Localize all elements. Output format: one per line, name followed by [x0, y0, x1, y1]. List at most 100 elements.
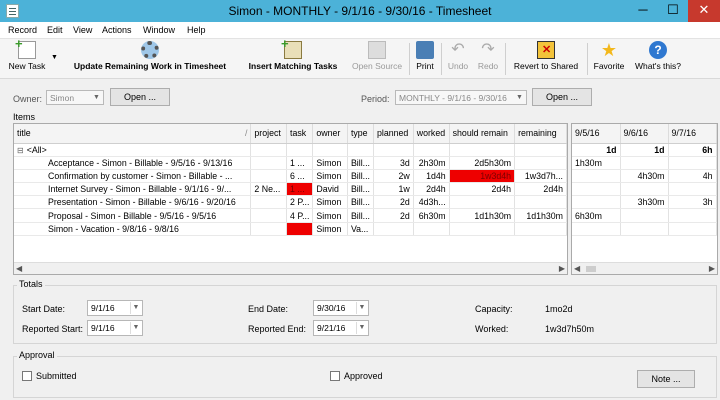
note-button[interactable]: Note ... [637, 370, 695, 388]
cell-remaining[interactable] [514, 222, 567, 236]
cell-worked[interactable]: 1d4h [413, 169, 450, 184]
owner-open-button[interactable]: Open ... [110, 88, 170, 106]
menu-view[interactable]: View [73, 25, 92, 35]
day-cell[interactable] [668, 208, 717, 223]
cell-title[interactable]: Internet Survey - Simon - Billable - 9/1… [14, 182, 252, 197]
table-row[interactable]: Simon - Vacation - 9/8/16 - 9/8/16 Simon… [14, 222, 567, 236]
cell-planned[interactable] [373, 143, 414, 157]
day-cell[interactable] [572, 195, 621, 210]
cell-should-remain[interactable]: 2d4h [449, 182, 516, 197]
table-row[interactable]: Proposal - Simon - Billable - 9/5/16 - 9… [14, 208, 567, 223]
cell-owner[interactable]: Simon [312, 169, 348, 184]
cell-task[interactable]: 4 P... [286, 208, 314, 223]
cell-planned[interactable] [373, 222, 414, 236]
menu-window[interactable]: Window [143, 25, 175, 35]
table-row[interactable]: Presentation - Simon - Billable - 9/6/16… [14, 195, 567, 210]
cell-planned[interactable]: 2d [373, 195, 414, 210]
cell-task[interactable] [286, 143, 314, 157]
cell-planned[interactable]: 3d [373, 156, 414, 170]
cell-remaining[interactable]: 2d4h [514, 182, 567, 197]
column-header-owner[interactable]: owner [312, 124, 348, 144]
open-source-button[interactable]: Open Source [349, 41, 405, 71]
favorite-button[interactable]: ★ Favorite [590, 41, 628, 71]
day-cell[interactable]: 6h30m [572, 208, 621, 223]
chevron-down-icon[interactable]: ▼ [130, 302, 141, 314]
cell-project[interactable] [250, 156, 287, 170]
column-header-type[interactable]: type [347, 124, 375, 144]
cell-remaining[interactable] [514, 143, 567, 157]
cell-planned[interactable]: 1w [373, 182, 414, 197]
daily-row[interactable]: 1h30m [572, 156, 717, 170]
cell-owner[interactable] [312, 143, 348, 157]
start-date-field[interactable]: 9/1/16 ▼ [87, 300, 143, 316]
table-row[interactable]: Internet Survey - Simon - Billable - 9/1… [14, 182, 567, 197]
cell-task[interactable]: 2 P... [286, 195, 314, 210]
day-cell[interactable]: 4h [668, 169, 717, 184]
cell-should-remain[interactable] [449, 222, 516, 236]
cell-type[interactable]: Bill... [347, 208, 375, 223]
cell-task[interactable] [286, 222, 314, 236]
cell-remaining[interactable]: 1w3d7h... [514, 169, 567, 184]
column-header-remaining[interactable]: remaining [514, 124, 567, 144]
cell-owner[interactable]: David [312, 182, 348, 197]
day-cell[interactable]: 1d [572, 143, 621, 157]
day-cell[interactable] [668, 222, 717, 236]
cell-title[interactable]: Acceptance - Simon - Billable - 9/5/16 -… [14, 156, 252, 170]
scroll-right-icon[interactable]: ▶ [559, 264, 565, 273]
table-row-all[interactable]: ⊟ <All> [14, 143, 567, 157]
cell-title[interactable]: Confirmation by customer - Simon - Billa… [14, 169, 252, 184]
menu-edit[interactable]: Edit [47, 25, 63, 35]
day-cell[interactable]: 3h30m [620, 195, 669, 210]
day-cell[interactable] [668, 156, 717, 170]
day-cell[interactable] [620, 222, 669, 236]
cell-type[interactable]: Bill... [347, 182, 375, 197]
scroll-right-icon[interactable]: ▶ [709, 264, 715, 273]
cell-owner[interactable]: Simon [312, 222, 348, 236]
day-cell[interactable] [572, 169, 621, 184]
column-header-day[interactable]: 9/7/16 [668, 124, 717, 144]
revert-to-shared-button[interactable]: Revert to Shared [509, 41, 583, 71]
cell-worked[interactable]: 6h30m [413, 208, 450, 223]
daily-row[interactable] [572, 182, 717, 197]
cell-task[interactable]: 6 ... [286, 169, 314, 184]
cell-planned[interactable]: 2d [373, 208, 414, 223]
cell-task[interactable]: 1 ... [286, 156, 314, 170]
close-button[interactable]: ✕ [688, 0, 720, 22]
redo-button[interactable]: ↷ Redo [474, 41, 502, 71]
table-row[interactable]: Acceptance - Simon - Billable - 9/5/16 -… [14, 156, 567, 170]
period-select[interactable]: MONTHLY - 9/1/16 - 9/30/16 ▼ [395, 90, 527, 105]
scrollbar-thumb[interactable] [586, 266, 596, 272]
cell-title[interactable]: Simon - Vacation - 9/8/16 - 9/8/16 [14, 222, 252, 236]
day-cell[interactable]: 1h30m [572, 156, 621, 170]
day-cell[interactable] [572, 222, 621, 236]
approved-checkbox[interactable] [330, 371, 340, 381]
cell-worked[interactable] [413, 143, 450, 157]
column-header-title[interactable]: title / [14, 124, 252, 144]
cell-should-remain[interactable]: 1d1h30m [449, 208, 516, 223]
cell-type[interactable]: Bill... [347, 195, 375, 210]
period-open-button[interactable]: Open ... [532, 88, 592, 106]
daily-row[interactable]: 4h30m 4h [572, 169, 717, 184]
cell-should-remain[interactable]: 2d5h30m [449, 156, 516, 170]
minimize-button[interactable]: ─ [628, 0, 658, 22]
column-header-planned[interactable]: planned [373, 124, 414, 144]
items-horizontal-scrollbar[interactable]: ◀ ▶ [14, 262, 567, 274]
table-row[interactable]: Confirmation by customer - Simon - Billa… [14, 169, 567, 184]
daily-row[interactable] [572, 222, 717, 236]
cell-worked[interactable]: 2d4h [413, 182, 450, 197]
column-header-should-remain[interactable]: should remain [449, 124, 516, 144]
cell-planned[interactable]: 2w [373, 169, 414, 184]
update-remaining-work-button[interactable]: Update Remaining Work in Timesheet [62, 41, 238, 71]
submitted-checkbox[interactable] [22, 371, 32, 381]
cell-project[interactable] [250, 222, 287, 236]
maximize-button[interactable]: ☐ [658, 0, 688, 22]
daily-row[interactable]: 6h30m [572, 208, 717, 223]
cell-type[interactable]: Va... [347, 222, 375, 236]
cell-project[interactable]: 2 Ne... [250, 182, 287, 197]
new-task-dropdown-icon[interactable]: ▼ [51, 54, 58, 61]
menu-help[interactable]: Help [187, 25, 206, 35]
chevron-down-icon[interactable]: ▼ [356, 302, 367, 314]
undo-button[interactable]: ↶ Undo [444, 41, 472, 71]
cell-owner[interactable]: Simon [312, 195, 348, 210]
menu-record[interactable]: Record [8, 25, 37, 35]
